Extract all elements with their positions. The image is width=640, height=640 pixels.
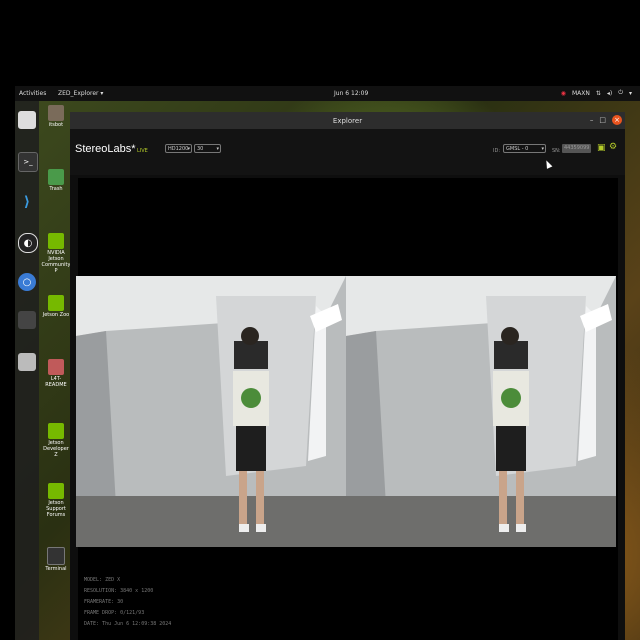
activities-button[interactable]: Activities bbox=[19, 90, 46, 97]
device-select[interactable]: GMSL - 0 ▾ bbox=[503, 144, 546, 153]
info-model: MODEL: ZED X bbox=[84, 577, 121, 583]
desktop-item-jetson-zoo[interactable]: Jetson Zoo bbox=[41, 295, 71, 318]
volume-icon[interactable]: ◂) bbox=[607, 90, 612, 97]
info-framerate: FRAMERATE: 30 bbox=[84, 599, 124, 605]
desktop-item-nvidia-community[interactable]: NVIDIA Jetson Community P bbox=[41, 233, 71, 274]
desktop-item-label: Jetson Zoo bbox=[42, 312, 70, 318]
close-button[interactable]: × bbox=[612, 115, 622, 125]
minimize-button[interactable]: – bbox=[590, 116, 594, 124]
nvidia-icon bbox=[48, 483, 64, 499]
folder-icon bbox=[48, 359, 64, 375]
window-title: Explorer bbox=[332, 117, 363, 125]
nvidia-icon bbox=[48, 295, 64, 311]
chromium-icon[interactable]: ○ bbox=[18, 273, 36, 291]
desktop-item-label: itsbot bbox=[48, 122, 64, 128]
power-mode-label[interactable]: MAXN bbox=[572, 90, 590, 97]
maximize-button[interactable]: □ bbox=[599, 116, 606, 124]
desktop-item-label: Jetson Support Forums bbox=[46, 500, 66, 518]
left-scene bbox=[76, 276, 346, 547]
vscode-icon[interactable]: ⟩ bbox=[18, 193, 36, 211]
window-titlebar[interactable]: Explorer – □ × bbox=[70, 112, 625, 129]
network-icon[interactable]: ⇅ bbox=[596, 90, 601, 97]
explorer-window: Explorer – □ × StereoLabs* LIVE HD1200 ▾… bbox=[70, 112, 625, 640]
terminal-icon[interactable]: >_ bbox=[18, 152, 38, 172]
terminal-icon bbox=[47, 547, 65, 565]
right-camera-frame bbox=[346, 276, 616, 547]
camera-info: MODEL: ZED X RESOLUTION: 3840 x 1200 FRA… bbox=[84, 575, 171, 630]
app-menu[interactable]: ZED_Explorer ▾ bbox=[58, 90, 103, 97]
left-camera-frame bbox=[76, 276, 346, 547]
files-icon[interactable] bbox=[18, 111, 36, 129]
desktop-item-terminal[interactable]: Terminal bbox=[41, 547, 71, 572]
chevron-down-icon: ▾ bbox=[541, 146, 544, 152]
clock[interactable]: Jun 6 12:09 bbox=[334, 90, 368, 97]
nvidia-icon bbox=[48, 233, 64, 249]
desktop-item-label: L4T-README bbox=[45, 376, 67, 388]
window-controls: – □ × bbox=[590, 115, 622, 125]
chevron-down-icon: ▾ bbox=[187, 146, 190, 152]
desktop-item-trash[interactable]: Trash bbox=[41, 169, 71, 192]
resolution-value: HD1200 bbox=[168, 146, 189, 152]
system-top-bar: Activities ZED_Explorer ▾ Jun 6 12:09 ◉ … bbox=[15, 86, 640, 101]
nvidia-icon[interactable]: ◉ bbox=[561, 90, 566, 97]
nvidia-icon bbox=[48, 423, 64, 439]
desktop-item-support-forums[interactable]: Jetson Support Forums bbox=[41, 483, 71, 518]
gear-icon[interactable]: ⚙ bbox=[609, 142, 617, 152]
trash-icon bbox=[48, 169, 64, 185]
info-resolution: RESOLUTION: 3840 x 1200 bbox=[84, 588, 154, 594]
power-icon[interactable]: ⏻ bbox=[618, 89, 623, 97]
info-frame-drop: FRAME DROP: 0/121/93 bbox=[84, 610, 145, 616]
record-icon[interactable]: ▣ bbox=[597, 143, 606, 153]
right-scene bbox=[346, 276, 616, 547]
sn-label: SN: bbox=[552, 148, 561, 154]
desktop-item-label: Terminal bbox=[45, 566, 67, 572]
camera-view: MODEL: ZED X RESOLUTION: 3840 x 1200 FRA… bbox=[76, 178, 618, 640]
explorer-toolbar: StereoLabs* LIVE HD1200 ▾ 30 ▾ ID: GMSL … bbox=[70, 129, 625, 175]
desktop-item-label: Jetson Developer Z bbox=[43, 440, 69, 458]
window-icon[interactable] bbox=[18, 311, 36, 329]
obs-icon[interactable]: ◐ bbox=[18, 233, 38, 253]
fps-select[interactable]: 30 ▾ bbox=[194, 144, 221, 153]
desktop-item-label: Trash bbox=[49, 186, 63, 192]
id-label: ID: bbox=[493, 148, 501, 154]
desktop-item-home[interactable]: itsbot bbox=[41, 105, 71, 128]
info-date: DATE: Thu Jun 6 12:09:38 2024 bbox=[84, 621, 172, 627]
chevron-down-icon[interactable]: ▾ bbox=[629, 90, 632, 97]
home-folder-icon bbox=[48, 105, 64, 121]
chevron-down-icon: ▾ bbox=[216, 146, 219, 152]
desktop-icons: itsbot Trash NVIDIA Jetson Community P J… bbox=[41, 105, 71, 640]
device-value: GMSL - 0 bbox=[506, 146, 529, 152]
desktop-item-label: NVIDIA Jetson Community P bbox=[41, 250, 71, 274]
mode-badge: LIVE bbox=[137, 148, 148, 154]
dock: >_ ⟩ ◐ ○ bbox=[15, 101, 39, 640]
brand-logo: StereoLabs* bbox=[75, 143, 136, 155]
desktop-item-developer-zone[interactable]: Jetson Developer Z bbox=[41, 423, 71, 458]
drive-icon[interactable] bbox=[18, 353, 36, 371]
system-tray[interactable]: ◉ MAXN ⇅ ◂) ⏻ ▾ bbox=[561, 89, 632, 97]
fps-value: 30 bbox=[197, 146, 204, 152]
desktop-item-readme[interactable]: L4T-README bbox=[41, 359, 71, 388]
resolution-select[interactable]: HD1200 ▾ bbox=[165, 144, 192, 153]
serial-number-field: 44359099 bbox=[562, 144, 591, 153]
